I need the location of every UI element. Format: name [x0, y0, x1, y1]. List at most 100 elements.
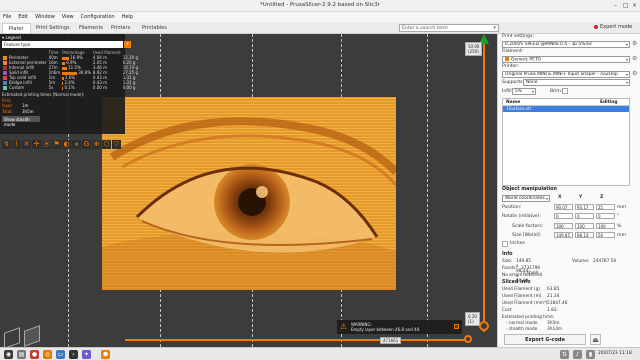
info-errors: No errors detected — [502, 273, 543, 278]
gear-icon[interactable]: ⚙ — [632, 56, 638, 62]
size-x-input[interactable]: 149.85 — [554, 232, 573, 238]
custom-gcodes-icon[interactable]: G — [82, 140, 91, 149]
seams-icon[interactable]: ⦿ — [42, 140, 51, 149]
axis-x-label: X — [558, 195, 562, 200]
minimize-icon[interactable]: – — [614, 2, 617, 9]
view-cube-icon[interactable] — [4, 327, 20, 347]
search-input[interactable]: Enter a search term ▾ — [399, 24, 499, 32]
position-y-input[interactable]: 93.17 — [575, 204, 594, 210]
view-cube-shaded-icon[interactable] — [24, 325, 40, 347]
position-z-input[interactable]: 25 — [596, 204, 615, 210]
info-size: Size: 149.85 x 98.14 x 50.00 — [502, 259, 532, 284]
layer-slider-bottom-handle[interactable] — [479, 321, 489, 331]
network-icon[interactable]: ⇅ — [560, 350, 569, 359]
deretractions-icon[interactable]: ✛ — [32, 140, 41, 149]
move-slider-handle[interactable] — [464, 335, 472, 343]
menu-file[interactable]: File — [3, 14, 11, 20]
feature-type-value: Feature type — [4, 42, 31, 47]
brim-label: Brim: — [550, 89, 563, 94]
close-icon[interactable]: × — [632, 2, 637, 9]
filament-select[interactable]: Generic PETG ▾ — [502, 56, 630, 63]
terminal-icon[interactable]: › — [69, 350, 78, 359]
tab-print-settings[interactable]: Print Settings — [30, 23, 76, 33]
object-list[interactable]: Name Editing 1Surface.stl — [502, 98, 630, 186]
rotation-x-input[interactable]: 0 — [554, 213, 573, 219]
start-menu-icon[interactable]: ◉ — [4, 350, 13, 359]
rotation-z-input[interactable]: 0 — [596, 213, 615, 219]
first-layer-time: First layer: 1m — [2, 98, 29, 108]
legend-weight: 0.00 g — [122, 85, 136, 90]
retractions-icon[interactable]: ✕ — [22, 140, 31, 149]
sliced-info-title: Sliced Info — [502, 280, 531, 285]
inches-checkbox[interactable] — [502, 241, 508, 247]
sliced-filament-mm3: Used Filament (mm³) 51847.46 — [502, 301, 568, 306]
title-bar: *Untitled - PrusaSlicer-2.9.2 based on S… — [0, 0, 640, 12]
sliced-model-preview[interactable] — [102, 97, 396, 290]
chevron-down-icon[interactable]: ▾ — [124, 41, 131, 48]
menu-view[interactable]: View — [62, 14, 74, 20]
legend-title[interactable]: ▾ Legend — [0, 34, 125, 41]
tab-filaments[interactable]: Filaments — [73, 23, 109, 33]
tab-printers[interactable]: Printers — [105, 23, 136, 33]
scale-y-input[interactable]: 100 — [575, 223, 594, 229]
files-icon[interactable]: ▤ — [17, 350, 26, 359]
print-settings-select[interactable]: 0.20mm SPEED @MINIIS 0.4 - 3p 5%rec ▾ — [502, 41, 630, 48]
volume-icon[interactable]: ♪ — [573, 350, 582, 359]
mode-selector[interactable]: Expert mode — [594, 24, 632, 30]
sidebar: Print settings: 0.20mm SPEED @MINIIS 0.4… — [497, 34, 640, 347]
tab-printables[interactable]: Printables — [136, 23, 173, 33]
move-slider[interactable] — [125, 335, 480, 343]
menu-help[interactable]: Help — [122, 14, 133, 20]
position-x-input[interactable]: 90.07 — [554, 204, 573, 210]
layer-slider[interactable] — [476, 34, 492, 332]
legend-panel: ▾ Legend Feature type ▾ Time Percentage … — [0, 34, 138, 134]
coordinate-system-select[interactable]: World coordinates ▾ — [502, 195, 550, 202]
supports-label: Supports: — [502, 80, 525, 85]
feature-type-select[interactable]: Feature type ▾ — [2, 41, 131, 48]
gear-icon[interactable]: ⚙ — [632, 41, 638, 47]
mode-label: Expert mode — [600, 24, 633, 30]
tool-marker-icon[interactable]: ▽ — [112, 140, 121, 149]
printer-select[interactable]: Original Prusa MINI & MINI+ Input Shaper… — [502, 71, 630, 78]
gear-icon[interactable]: ⚙ — [632, 71, 638, 77]
close-icon[interactable]: × — [454, 324, 459, 329]
app-icon[interactable]: ● — [30, 350, 39, 359]
tab-plater[interactable]: Plater — [2, 23, 31, 33]
rotation-unit: ° — [617, 214, 620, 219]
show-stealth-mode-button[interactable]: Show stealth mode — [2, 116, 40, 127]
menu-window[interactable]: Window — [35, 14, 55, 20]
pause-prints-icon[interactable]: ⏸ — [72, 140, 81, 149]
move-slider-label: 471661 — [380, 337, 402, 344]
center-of-gravity-icon[interactable]: ⊕ — [92, 140, 101, 149]
legend-row[interactable]: Custom 5s 0.1% 0.00 m 0.00 g — [2, 85, 139, 90]
battery-icon[interactable]: ▮ — [586, 350, 595, 359]
legend-feature: Custom — [2, 85, 48, 90]
sliced-normal-mode: - normal mode 3h5m — [506, 321, 560, 326]
rotation-y-input[interactable]: 0 — [575, 213, 594, 219]
scale-x-input[interactable]: 100 — [554, 223, 573, 229]
shells-icon[interactable]: ⬡ — [102, 140, 111, 149]
prusaslicer-icon[interactable]: ⬢ — [101, 350, 110, 359]
brim-checkbox[interactable] — [562, 88, 568, 94]
list-item[interactable]: 1Surface.stl — [503, 106, 629, 112]
tool-changes-icon[interactable]: ⚑ — [52, 140, 61, 149]
size-y-input[interactable]: 98.14 — [575, 232, 594, 238]
export-gcode-button[interactable]: Export G-code — [504, 334, 586, 345]
print-settings-label: Print settings: — [502, 34, 534, 39]
menu-edit[interactable]: Edit — [18, 14, 28, 20]
wipe-icon[interactable]: ⌇ — [12, 140, 21, 149]
eject-icon[interactable]: ⏏ — [590, 334, 601, 345]
firefox-icon[interactable]: ◎ — [43, 350, 52, 359]
infill-select[interactable]: 5% ▾ — [512, 88, 536, 95]
supports-select[interactable]: None ▾ — [523, 79, 630, 86]
app-icon[interactable]: ✦ — [82, 350, 91, 359]
menu-configuration[interactable]: Configuration — [81, 14, 115, 20]
color-changes-icon[interactable]: ◐ — [62, 140, 71, 149]
rotation-label: Rotate (relative): — [502, 214, 541, 219]
scale-z-input[interactable]: 100 — [596, 223, 615, 229]
search-dropdown-icon: ▾ — [493, 25, 496, 31]
folder-icon[interactable]: ▭ — [56, 350, 65, 359]
size-z-input[interactable]: 50 — [596, 232, 615, 238]
travel-icon[interactable]: ↯ — [2, 140, 11, 149]
maximize-icon[interactable]: □ — [623, 2, 629, 9]
